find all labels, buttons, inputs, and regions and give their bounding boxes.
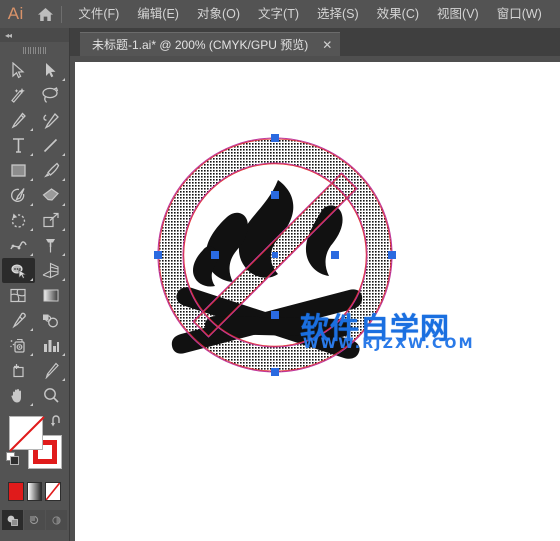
paintbrush-tool[interactable]	[35, 158, 68, 183]
menu-item-file[interactable]: 文件(F)	[69, 3, 128, 25]
draw-inside-mode[interactable]	[46, 510, 67, 530]
symbol-sprayer-tool[interactable]	[2, 333, 35, 358]
type-tool[interactable]	[2, 133, 35, 158]
scale-tool[interactable]	[35, 208, 68, 233]
tool-flyout-indicator	[62, 78, 65, 81]
tool-flyout-indicator	[62, 203, 65, 206]
menu-item-edit[interactable]: 编辑(E)	[128, 3, 188, 25]
tools-panel: ◂◂	[0, 28, 70, 541]
mesh-tool[interactable]	[2, 283, 35, 308]
column-graph-tool[interactable]	[35, 333, 68, 358]
toolbar-drag-handle[interactable]	[0, 42, 69, 58]
line-segment-tool[interactable]	[35, 133, 68, 158]
menu-bar: Ai 文件(F) 编辑(E) 对象(O) 文字(T) 选择(S) 效果(C) 视…	[0, 0, 560, 28]
color-mode-swatches	[0, 480, 69, 502]
rectangle-tool[interactable]	[2, 158, 35, 183]
tool-flyout-indicator	[29, 253, 33, 256]
document-tab[interactable]: 未标题-1.ai* @ 200% (CMYK/GPU 预览) ✕	[80, 32, 341, 57]
menu-item-select[interactable]: 选择(S)	[308, 3, 368, 25]
tool-flyout-indicator	[29, 328, 33, 331]
none-diagonal-icon	[9, 416, 45, 452]
selection-tool[interactable]	[2, 58, 35, 83]
tool-flyout-indicator	[29, 203, 33, 206]
close-icon[interactable]: ✕	[322, 33, 332, 57]
menu-divider	[61, 5, 63, 23]
document-tab-strip: 未标题-1.ai* @ 200% (CMYK/GPU 预览) ✕	[70, 28, 560, 56]
tool-flyout-indicator	[62, 178, 65, 181]
zoom-tool[interactable]	[35, 383, 68, 408]
free-transform-tool[interactable]	[35, 233, 68, 258]
illustrator-window: Ai 文件(F) 编辑(E) 对象(O) 文字(T) 选择(S) 效果(C) 视…	[0, 0, 560, 541]
fill-swatch[interactable]	[9, 416, 45, 452]
tool-grid	[0, 58, 69, 408]
artboard-tool[interactable]	[2, 358, 35, 383]
width-tool[interactable]	[2, 233, 35, 258]
magic-wand-tool[interactable]	[2, 83, 35, 108]
eyedropper-tool[interactable]	[2, 308, 35, 333]
tool-flyout-indicator	[29, 278, 33, 281]
home-icon[interactable]	[32, 0, 60, 28]
tool-flyout-indicator	[62, 278, 65, 281]
rotate-tool[interactable]	[2, 208, 35, 233]
tool-flyout-indicator	[29, 403, 33, 406]
tool-flyout-indicator	[62, 378, 65, 381]
pen-tool[interactable]	[2, 108, 35, 133]
canvas-area[interactable]: 软件自学网 WWW.RJZXW.COM	[70, 56, 560, 541]
swap-fill-stroke-icon[interactable]	[49, 414, 63, 433]
direct-selection-tool[interactable]	[35, 58, 68, 83]
no-campfire-sign[interactable]	[75, 62, 560, 541]
tool-flyout-indicator	[62, 253, 65, 256]
none-swatch[interactable]	[45, 482, 62, 501]
document-tab-title: 未标题-1.ai* @ 200% (CMYK/GPU 预览)	[92, 37, 309, 52]
none-diagonal-icon	[45, 482, 61, 501]
menu-item-type[interactable]: 文字(T)	[249, 3, 308, 25]
shaper-tool[interactable]	[2, 183, 35, 208]
default-fill-stroke-icon[interactable]	[6, 452, 20, 466]
tool-flyout-indicator	[29, 128, 33, 131]
toolbar-collapse-button[interactable]: ◂◂	[0, 28, 69, 42]
tool-flyout-indicator	[29, 228, 33, 231]
tool-flyout-indicator	[62, 153, 65, 156]
eraser-tool[interactable]	[35, 183, 68, 208]
draw-normal-mode[interactable]	[2, 510, 23, 530]
lasso-tool[interactable]	[35, 83, 68, 108]
menu-item-list: 文件(F) 编辑(E) 对象(O) 文字(T) 选择(S) 效果(C) 视图(V…	[69, 3, 560, 25]
artboard[interactable]: 软件自学网 WWW.RJZXW.COM	[75, 62, 560, 541]
blend-tool[interactable]	[35, 308, 68, 333]
tool-flyout-indicator	[62, 353, 65, 356]
perspective-grid-tool[interactable]	[35, 258, 68, 283]
slice-tool[interactable]	[35, 358, 68, 383]
drawing-modes	[0, 510, 69, 530]
double-chevron-left-icon: ◂◂	[5, 30, 12, 40]
menu-item-view[interactable]: 视图(V)	[428, 3, 488, 25]
tool-flyout-indicator	[29, 353, 33, 356]
menu-item-window[interactable]: 窗口(W)	[488, 3, 551, 25]
curvature-tool[interactable]	[35, 108, 68, 133]
ai-logo: Ai	[7, 4, 24, 23]
draw-behind-mode[interactable]	[24, 510, 45, 530]
menu-item-help[interactable]: 帮助(	[551, 3, 560, 25]
shape-builder-tool[interactable]	[2, 258, 35, 283]
tool-flyout-indicator	[29, 153, 33, 156]
hand-tool[interactable]	[2, 383, 35, 408]
tool-flyout-indicator	[62, 228, 65, 231]
gradient-swatch[interactable]	[26, 482, 43, 501]
tool-flyout-indicator	[29, 178, 33, 181]
gradient-tool[interactable]	[35, 283, 68, 308]
color-swatch[interactable]	[8, 482, 24, 501]
menu-item-effect[interactable]: 效果(C)	[368, 3, 428, 25]
menu-item-object[interactable]: 对象(O)	[188, 3, 249, 25]
fill-stroke-controls	[0, 412, 69, 480]
